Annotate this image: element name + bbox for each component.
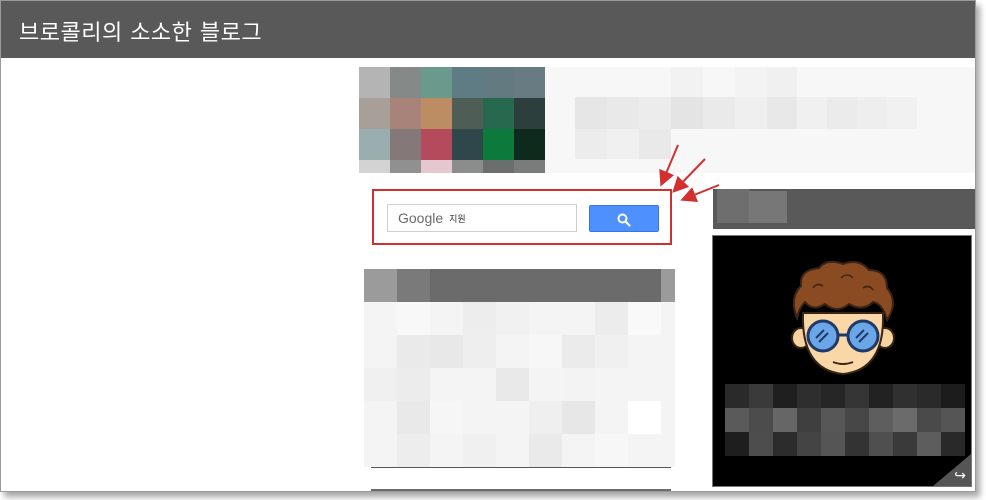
blog-title[interactable]: 브로콜리의 소소한 블로그 [19,15,262,47]
blurred-widget-header [364,269,675,302]
blurred-banner-image [359,67,545,173]
search-icon [617,212,631,227]
avatar [791,260,895,376]
search-button[interactable] [589,205,659,232]
arrow-2 [672,158,706,193]
browser-frame: 브로콜리의 소소한 블로그 Google 지원 ↪ [0,0,976,492]
search-input[interactable]: Google 지원 [387,204,577,232]
blog-header: 브로콜리의 소소한 블로그 [1,1,975,58]
widget-divider [371,467,671,468]
profile-card[interactable]: ↪ [712,235,972,487]
blurred-profile-text [725,384,965,456]
blurred-widget-body [364,302,675,467]
search-widget-highlight: Google 지원 [372,189,672,245]
sidebar-header [713,189,975,229]
blurred-banner-text [545,67,975,173]
widget-divider [371,489,671,491]
share-arrow-icon[interactable]: ↪ [954,469,966,483]
arrow-1 [659,144,679,187]
google-logo: Google [398,210,444,226]
search-query-text: 지원 [449,214,466,225]
